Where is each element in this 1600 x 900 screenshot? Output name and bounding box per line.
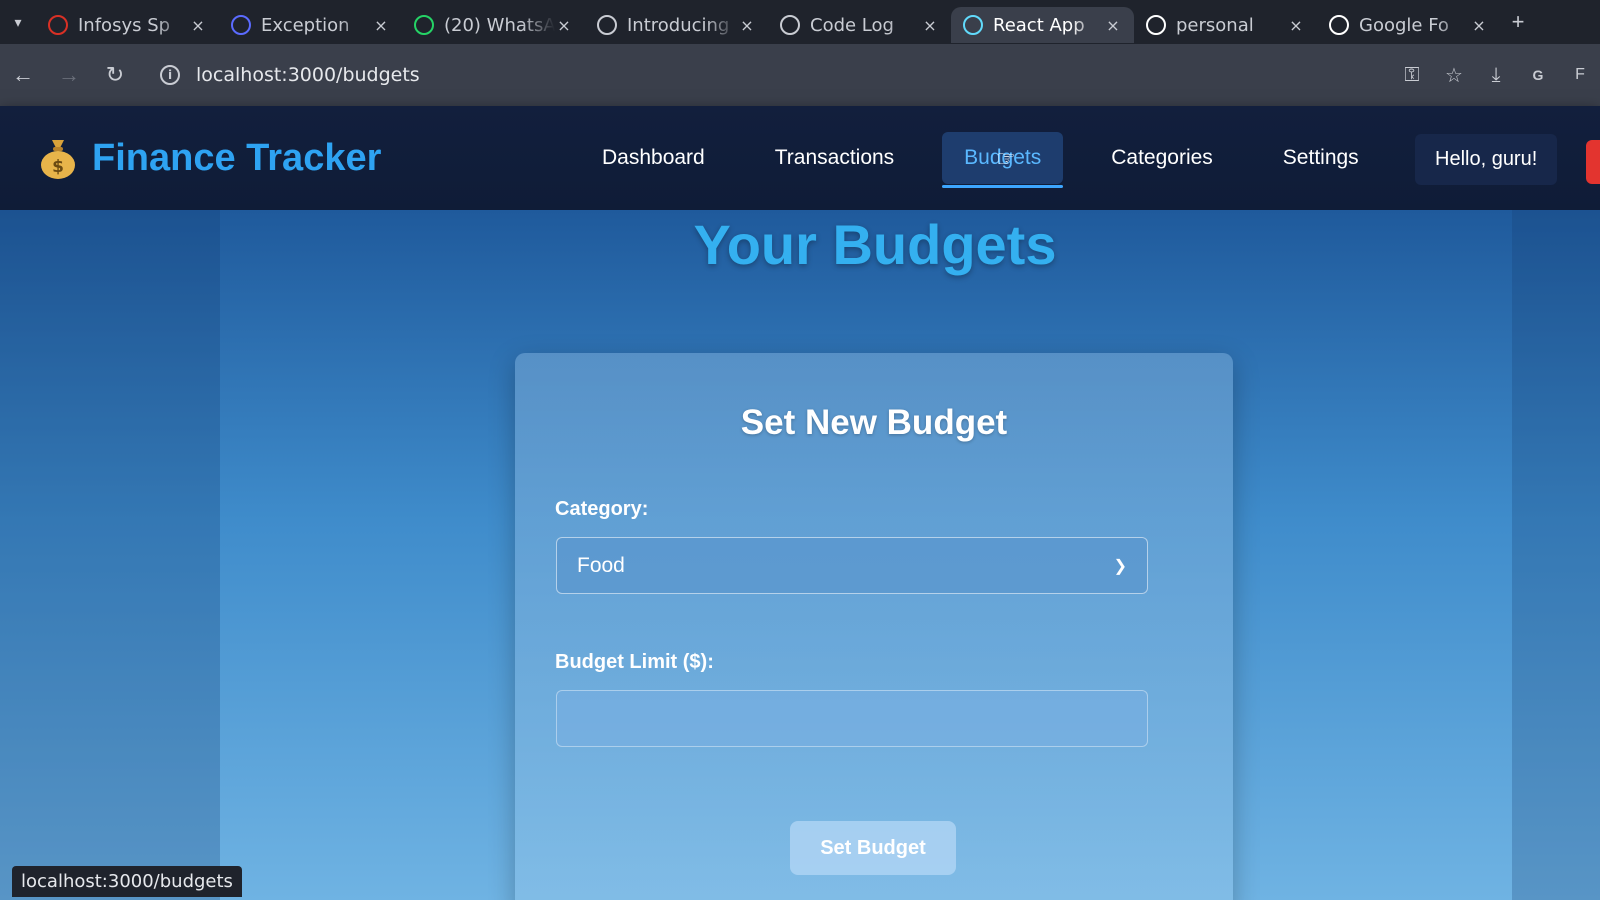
form-title: Set New Budget <box>740 403 1008 442</box>
browser-tab[interactable]: Infosys Sp × <box>36 7 219 43</box>
nav-link-settings[interactable]: Settings <box>1261 132 1381 184</box>
browser-tab[interactable]: React App × <box>951 7 1134 43</box>
gmail-icon <box>48 15 68 35</box>
browser-tab-title: Google Fo <box>1359 14 1449 36</box>
tab-list: Infosys Sp×Exception×(20) WhatsApp×Intro… <box>36 1 1500 43</box>
budget-limit-label: Budget Limit ($): <box>555 651 714 673</box>
budgets-page: Your Budgets Set New Budget Category: Fo… <box>0 210 1600 900</box>
close-tab-icon[interactable]: × <box>738 16 756 35</box>
stackoverflow-icon <box>231 15 251 35</box>
chevron-down-icon: ❯ <box>1113 557 1127 575</box>
pointer-cursor-icon: ☞ <box>996 146 1016 171</box>
address-url: localhost:3000/budgets <box>196 64 420 86</box>
page-title: Your Budgets <box>693 213 1057 276</box>
bookmark-star-icon[interactable]: ☆ <box>1442 63 1466 88</box>
address-bar[interactable]: i localhost:3000/budgets <box>146 55 1336 95</box>
forward-arrow-icon[interactable]: → <box>46 52 92 98</box>
toolbar-actions: ⚿ ☆ ⤓ G F <box>1400 63 1600 88</box>
browser-tab[interactable]: personal × <box>1134 7 1317 43</box>
browser-tab-title: personal <box>1176 14 1254 36</box>
extension-g-icon[interactable]: G <box>1526 67 1550 83</box>
browser-tab[interactable]: Code Log × <box>768 7 951 43</box>
brand[interactable]: $ Finance Tracker <box>38 136 381 180</box>
react-icon <box>963 15 983 35</box>
browser-tab-title: Introducing <box>627 14 730 36</box>
budget-limit-input[interactable] <box>556 690 1148 747</box>
app-navbar: $ Finance Tracker Dashboard Transactions B… <box>0 106 1600 210</box>
close-tab-icon[interactable]: × <box>1287 16 1305 35</box>
browser-tab[interactable]: Introducing × <box>585 7 768 43</box>
category-label: Category: <box>555 498 649 520</box>
nav-link-categories[interactable]: Categories <box>1089 132 1235 184</box>
reload-icon[interactable]: ↻ <box>92 52 138 98</box>
tab-search-chevron-icon[interactable]: ▾ <box>0 0 36 44</box>
browser-tab-title: (20) WhatsApp <box>444 14 555 36</box>
nav-link-dashboard[interactable]: Dashboard <box>580 132 727 184</box>
browser-tab-title: Code Log <box>810 14 894 36</box>
browser-tab[interactable]: Exception × <box>219 7 402 43</box>
close-tab-icon[interactable]: × <box>1104 16 1122 35</box>
whatsapp-icon <box>414 15 434 35</box>
link-status-bar: localhost:3000/budgets <box>12 866 242 897</box>
main-nav: Dashboard Transactions Budgets Categories Se… <box>580 106 1407 210</box>
browser-tab[interactable]: Google Fo × <box>1317 7 1500 43</box>
browser-tab-title: Exception <box>261 14 350 36</box>
set-budget-button[interactable]: Set Budget <box>790 821 956 875</box>
close-tab-icon[interactable]: × <box>1470 16 1488 35</box>
nav-link-transactions[interactable]: Transactions <box>753 132 916 184</box>
close-tab-icon[interactable]: × <box>555 16 573 35</box>
browser-tab[interactable]: (20) WhatsApp× <box>402 7 585 43</box>
close-tab-icon[interactable]: × <box>372 16 390 35</box>
back-arrow-icon[interactable]: ← <box>0 52 46 98</box>
browser-tab-title: React App <box>993 14 1085 36</box>
brand-title: Finance Tracker <box>92 136 382 179</box>
category-select[interactable]: Food ❯ <box>556 537 1148 594</box>
close-tab-icon[interactable]: × <box>189 16 207 35</box>
close-tab-icon[interactable]: × <box>921 16 939 35</box>
new-tab-button[interactable]: + <box>1500 9 1536 35</box>
react-icon <box>597 15 617 35</box>
money-bag-icon: $ <box>41 140 75 179</box>
chatgpt-icon <box>780 15 800 35</box>
category-selected-value: Food <box>577 553 625 577</box>
user-greeting: Hello, guru! <box>1415 134 1558 185</box>
google-icon <box>1329 15 1349 35</box>
browser-tab-title: Infosys Sp <box>78 14 171 36</box>
svg-text:$: $ <box>52 157 64 177</box>
profile-icon[interactable]: F <box>1568 66 1592 84</box>
site-info-icon[interactable]: i <box>160 65 180 85</box>
set-budget-form: Set New Budget Category: Food ❯ Budget L… <box>515 353 1233 900</box>
download-icon[interactable]: ⤓ <box>1484 64 1508 87</box>
logout-button[interactable] <box>1586 140 1600 184</box>
key-icon[interactable]: ⚿ <box>1400 64 1424 87</box>
github-icon <box>1146 15 1166 35</box>
browser-tab-strip: ▾ Infosys Sp×Exception×(20) WhatsApp×Int… <box>0 0 1600 44</box>
browser-toolbar: ← → ↻ i localhost:3000/budgets ⚿ ☆ ⤓ G F <box>0 44 1600 106</box>
